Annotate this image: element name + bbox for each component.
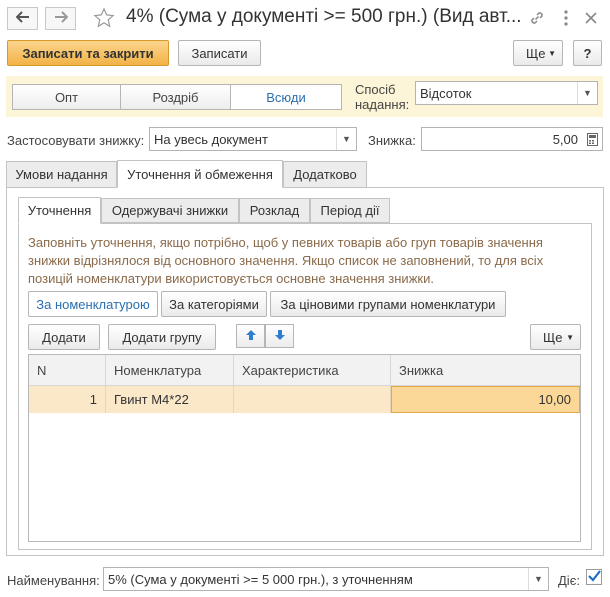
method-label-line1: Спосіб	[355, 82, 396, 97]
add-group-button[interactable]: Додати групу	[108, 324, 216, 350]
subtab-schedule[interactable]: Розклад	[239, 198, 310, 223]
discount-field[interactable]: 5,00	[421, 127, 603, 151]
save-button[interactable]: Записати	[178, 40, 261, 66]
table-more-button[interactable]: Ще ▼	[530, 324, 581, 350]
subtab-refinements[interactable]: Уточнення	[18, 197, 101, 224]
hint-text: Заповніть уточнення, якщо потрібно, щоб …	[28, 235, 544, 286]
table-more-label: Ще	[543, 329, 563, 345]
subtab-recipients[interactable]: Одержувачі знижки	[101, 198, 239, 223]
method-label-line2: надання:	[355, 97, 410, 112]
window-title: 4% (Сума у документі >= 500 грн.) (Вид а…	[126, 6, 522, 27]
discount-table: N Номенклатура Характеристика Знижка 1 Г…	[28, 354, 581, 542]
mode-option-retail[interactable]: Роздріб	[120, 84, 231, 110]
row-n[interactable]: 1	[29, 386, 106, 413]
tab-refinements[interactable]: Уточнення й обмеження	[117, 160, 283, 188]
save-close-button[interactable]: Записати та закрити	[7, 40, 169, 66]
close-icon[interactable]	[581, 8, 601, 28]
tab-additional[interactable]: Додатково	[283, 161, 367, 188]
add-button[interactable]: Додати	[28, 324, 100, 350]
help-button[interactable]: ?	[573, 40, 602, 66]
forward-button[interactable]	[45, 7, 76, 30]
filter-by-category[interactable]: За категоріями	[161, 291, 267, 317]
tab-conditions[interactable]: Умови надання	[6, 161, 117, 188]
more-button-label: Ще	[526, 45, 546, 61]
move-up-button[interactable]	[236, 324, 265, 348]
more-button[interactable]: Ще ▼	[513, 40, 563, 66]
chevron-down-icon[interactable]: ▼	[528, 568, 548, 590]
name-field[interactable]: 5% (Сума у документі >= 5 000 грн.), з у…	[103, 567, 549, 591]
discount-value: 5,00	[552, 131, 578, 147]
apply-value: На увесь документ	[154, 131, 268, 147]
apply-label: Застосовувати знижку:	[7, 133, 145, 148]
back-button[interactable]	[7, 7, 38, 30]
chevron-down-icon[interactable]: ▼	[577, 82, 597, 104]
row-item[interactable]: Гвинт М4*22	[106, 386, 234, 413]
name-value: 5% (Сума у документі >= 5 000 грн.), з у…	[108, 571, 413, 587]
discount-label: Знижка:	[368, 133, 416, 148]
active-checkbox[interactable]	[586, 569, 602, 585]
link-icon[interactable]	[527, 8, 547, 28]
method-select[interactable]: Відсоток	[415, 81, 598, 105]
arrow-up-icon	[245, 329, 257, 344]
column-header-characteristic[interactable]: Характеристика	[234, 355, 391, 386]
method-value: Відсоток	[420, 85, 472, 101]
subtab-period[interactable]: Період дії	[310, 198, 390, 223]
filter-by-price-group[interactable]: За ціновими групами номенклатури	[270, 291, 506, 317]
row-characteristic[interactable]	[234, 386, 391, 413]
arrow-left-icon	[15, 11, 30, 26]
column-header-discount[interactable]: Знижка	[391, 355, 580, 386]
arrow-down-icon	[274, 329, 286, 344]
mode-option-everywhere[interactable]: Всюди	[230, 84, 342, 110]
row-discount[interactable]: 10,00	[391, 386, 580, 413]
filter-by-item[interactable]: За номенклатурою	[28, 291, 158, 317]
active-label: Діє:	[558, 573, 580, 588]
chevron-down-icon[interactable]: ▼	[336, 128, 356, 150]
column-header-item[interactable]: Номенклатура	[106, 355, 234, 386]
more-icon[interactable]	[556, 8, 576, 28]
method-label: Спосіб надання:	[355, 82, 409, 112]
star-icon[interactable]	[92, 6, 116, 30]
chevron-down-icon: ▼	[566, 332, 574, 342]
calculator-icon[interactable]	[582, 128, 602, 150]
column-header-n[interactable]: N	[29, 355, 106, 386]
arrow-right-icon	[54, 11, 68, 26]
chevron-down-icon: ▼	[548, 48, 556, 58]
apply-select[interactable]: На увесь документ	[149, 127, 357, 151]
name-label: Найменування:	[7, 573, 100, 588]
mode-option-wholesale[interactable]: Опт	[12, 84, 121, 110]
checkmark-icon	[587, 569, 601, 585]
move-down-button[interactable]	[265, 324, 294, 348]
